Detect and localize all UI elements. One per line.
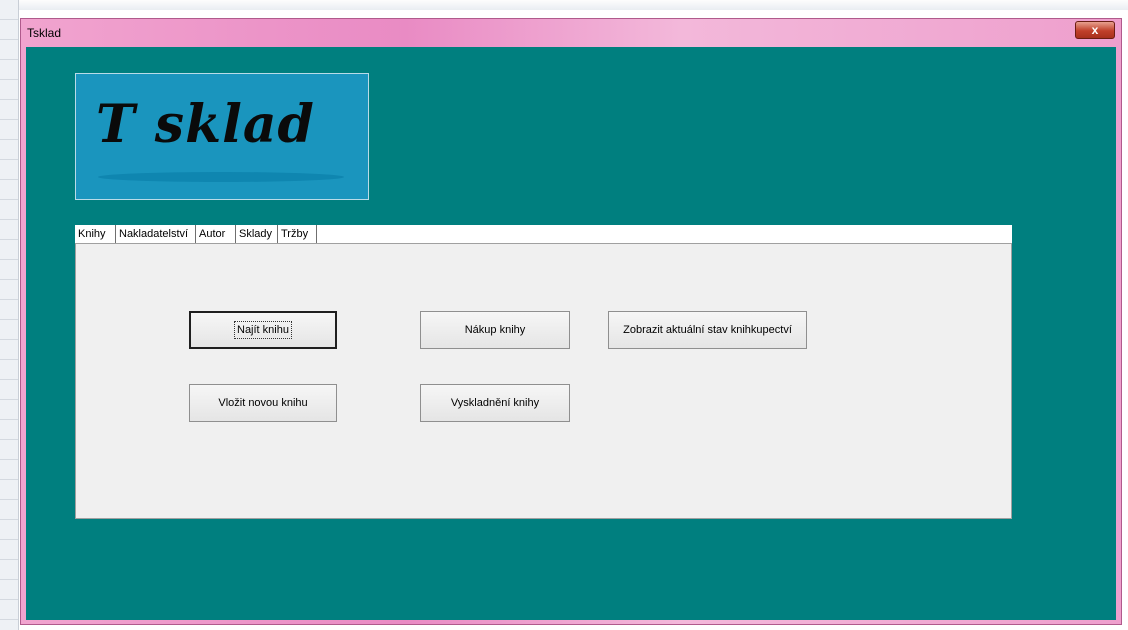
close-icon: x (1091, 23, 1099, 37)
find-book-label: Najít knihu (234, 321, 292, 339)
tab-panel-knihy: Najít knihu Nákup knihy Zobrazit aktuáln… (75, 243, 1012, 519)
logo-wave-decoration (98, 172, 344, 182)
background-spreadsheet-rows (0, 0, 19, 630)
show-status-label: Zobrazit aktuální stav knihkupectví (623, 324, 792, 336)
dispatch-book-label: Vyskladnění knihy (450, 397, 540, 409)
buy-book-button[interactable]: Nákup knihy (420, 311, 570, 349)
background-app-strip (0, 0, 1128, 10)
buy-book-label: Nákup knihy (464, 324, 526, 336)
tab-nakladatelstvi[interactable]: Nakladatelství (116, 225, 196, 243)
logo-text: T sklad (96, 94, 315, 155)
tab-autor[interactable]: Autor (196, 225, 236, 243)
insert-book-button[interactable]: Vložit novou knihu (189, 384, 337, 422)
form-client-area: T sklad Knihy Nakladatelství Autor Sklad… (26, 47, 1116, 620)
find-book-button[interactable]: Najít knihu (189, 311, 337, 349)
tab-knihy[interactable]: Knihy (75, 225, 116, 243)
tab-trzby[interactable]: Tržby (278, 225, 317, 243)
show-status-button[interactable]: Zobrazit aktuální stav knihkupectví (608, 311, 807, 349)
title-bar[interactable]: Tsklad x (21, 19, 1121, 47)
dispatch-book-button[interactable]: Vyskladnění knihy (420, 384, 570, 422)
logo: T sklad (75, 73, 369, 200)
tab-strip: Knihy Nakladatelství Autor Sklady Tržby (75, 225, 1012, 243)
close-button[interactable]: x (1075, 21, 1115, 39)
tsklad-window: Tsklad x T sklad Knihy Nakladatelství Au… (20, 18, 1122, 625)
insert-book-label: Vložit novou knihu (218, 397, 308, 409)
window-title: Tsklad (27, 26, 62, 40)
tab-sklady[interactable]: Sklady (236, 225, 278, 243)
